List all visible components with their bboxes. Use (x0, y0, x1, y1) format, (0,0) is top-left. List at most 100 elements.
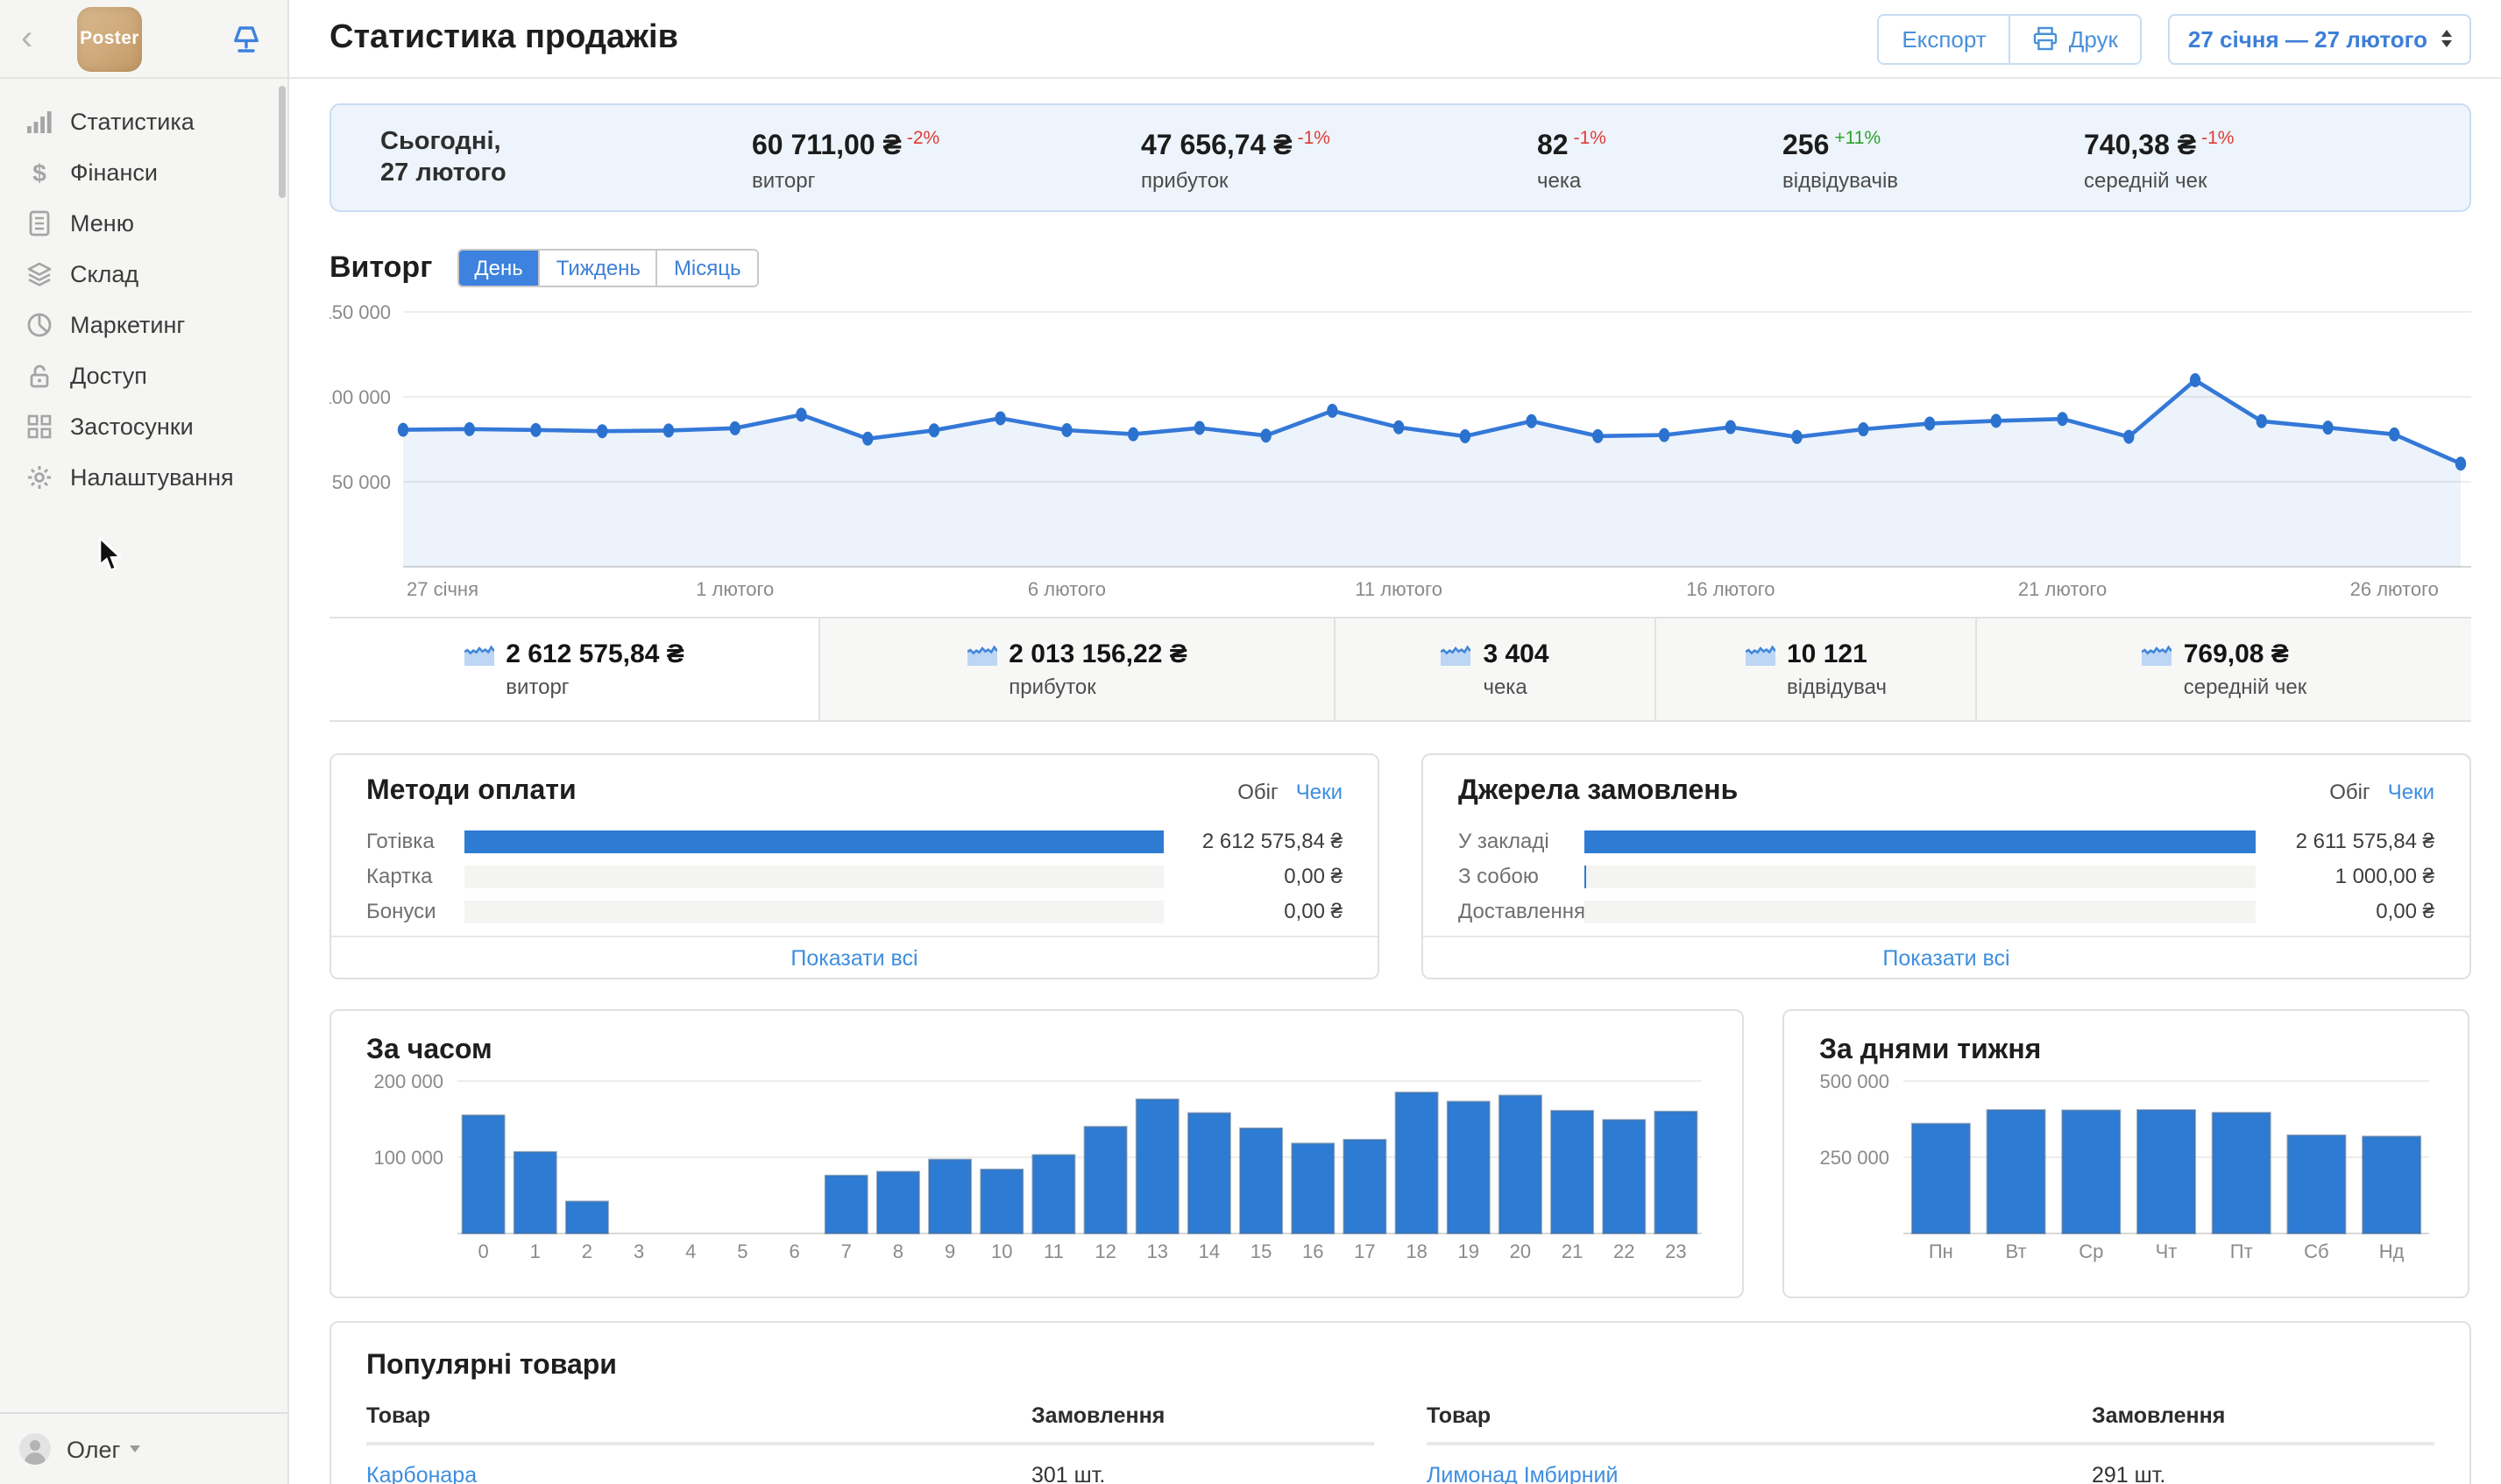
tab-тиждень[interactable]: Тиждень (538, 251, 656, 286)
svg-text:17: 17 (1354, 1240, 1375, 1262)
sidebar-item-фінанси[interactable]: $ Фінанси (0, 147, 287, 198)
total-label: прибуток (1009, 675, 1096, 699)
toggle-turnover[interactable]: Обіг (2329, 780, 2370, 804)
pos-terminal-icon[interactable] (230, 22, 263, 55)
sparkline-icon (1441, 645, 1471, 666)
stat-label: середній чек (2084, 167, 2207, 192)
svg-text:27 січня: 27 січня (407, 578, 478, 600)
settings-gear-icon (25, 463, 53, 491)
order-sources-panel: Джерела замовлень Обіг Чеки У закладі 2 611 … (1421, 753, 2471, 979)
stat-value: 47 656,74 ₴ -1% (1141, 127, 1330, 160)
total-tab-прибуток[interactable]: 2 013 156,22 ₴ прибуток (818, 618, 1334, 720)
bar-value: 0,00 ₴ (2376, 899, 2434, 923)
show-all-link[interactable]: Показати всі (1882, 945, 2009, 970)
sidebar-item-налаштування[interactable]: Налаштування (0, 452, 287, 503)
column-header-orders: Замовлення (1031, 1403, 1165, 1428)
total-tab-виторг[interactable]: 2 612 575,84 ₴ виторг (329, 618, 818, 720)
sidebar-item-склад[interactable]: Склад (0, 249, 287, 300)
sidebar-nav: Статистика $ Фінанси Меню Склад Маркетинг Дост… (0, 79, 287, 503)
bar-fill (464, 830, 1164, 852)
export-button[interactable]: Експорт (1879, 15, 2009, 62)
sidebar-item-застосунки[interactable]: Застосунки (0, 401, 287, 452)
marketing-pie-icon (25, 311, 53, 339)
stat-delta: -2% (906, 127, 940, 148)
sidebar: ‹ Poster Статистика $ Фінанси Меню Склад Марк… (0, 0, 289, 1484)
print-button[interactable]: Друк (2009, 15, 2141, 62)
svg-text:200 000: 200 000 (373, 1071, 443, 1092)
bar-fill (1584, 865, 1587, 887)
sparkline-icon (464, 645, 494, 666)
svg-text:22: 22 (1613, 1240, 1634, 1262)
toggle-receipts[interactable]: Чеки (1296, 780, 1343, 804)
date-range-selector[interactable]: 27 січня — 27 лютого (2168, 13, 2471, 64)
svg-text:26 лютого: 26 лютого (2350, 578, 2439, 600)
bar-label: Готівка (366, 829, 435, 853)
svg-text:Вт: Вт (2006, 1240, 2027, 1262)
sidebar-item-доступ[interactable]: Доступ (0, 350, 287, 401)
by-weekday-panel: За днями тижня 250 000 500 000 Пн Вт Ср Чт Пт С… (1782, 1009, 2469, 1298)
today-stat-відвідувачів: 256 +11% відвідувачів (1782, 124, 2084, 192)
sidebar-item-label: Застосунки (70, 413, 194, 440)
toggle-receipts[interactable]: Чеки (2388, 780, 2434, 804)
menu-document-icon (25, 209, 53, 237)
total-tab-середній-чек[interactable]: 769,08 ₴ середній чек (1975, 618, 2471, 720)
svg-text:$: $ (32, 159, 46, 186)
bar-value: 0,00 ₴ (1284, 899, 1343, 923)
total-tab-відвідувач[interactable]: 10 121 відвідувач (1654, 618, 1975, 720)
svg-text:16 лютого: 16 лютого (1686, 578, 1775, 600)
svg-text:Сб: Сб (2304, 1240, 2329, 1262)
total-label: середній чек (2183, 675, 2307, 699)
svg-text:8: 8 (893, 1240, 903, 1262)
svg-text:12: 12 (1095, 1240, 1116, 1262)
bar-label: Бонуси (366, 899, 436, 923)
stat-value: 740,38 ₴ -1% (2084, 127, 2235, 160)
toggle-turnover[interactable]: Обіг (1237, 780, 1279, 804)
svg-text:Нд: Нд (2379, 1240, 2405, 1262)
content: Сьогодні, 27 лютого 60 711,00 ₴ -2% виторг… (289, 103, 2501, 1484)
stat-label: виторг (752, 167, 816, 192)
user-menu[interactable]: Олег (0, 1412, 287, 1484)
svg-text:14: 14 (1199, 1240, 1220, 1262)
svg-text:4: 4 (685, 1240, 696, 1262)
svg-text:0: 0 (478, 1240, 488, 1262)
sidebar-item-label: Склад (70, 261, 139, 287)
sidebar-item-маркетинг[interactable]: Маркетинг (0, 300, 287, 350)
bar-row-У-закладі: У закладі 2 611 575,84 ₴ (1458, 823, 2434, 859)
product-link[interactable]: Лимонад Імбирний (1427, 1463, 2092, 1484)
total-tab-чека[interactable]: 3 404 чека (1334, 618, 1654, 720)
sidebar-item-статистика[interactable]: Статистика (0, 96, 287, 147)
svg-text:11 лютого: 11 лютого (1355, 578, 1442, 600)
revenue-chart-svg: 50 000 100 000 150 000 27 січня 1 лютого 6 лю… (321, 301, 2471, 600)
svg-text:21 лютого: 21 лютого (2018, 578, 2107, 600)
tab-день[interactable]: День (458, 251, 539, 286)
bar-row-Готівка: Готівка 2 612 575,84 ₴ (366, 823, 1343, 859)
sidebar-item-label: Маркетинг (70, 312, 186, 338)
chevron-down-icon (129, 1445, 140, 1452)
chevron-left-icon[interactable]: ‹ (21, 21, 53, 56)
revenue-title: Виторг (329, 251, 433, 284)
account-logo[interactable]: Poster (77, 6, 142, 71)
sidebar-header: ‹ Poster (0, 0, 287, 79)
svg-text:15: 15 (1250, 1240, 1272, 1262)
by-hour-title: За часом (366, 1035, 492, 1065)
bar-label: У закладі (1458, 829, 1549, 853)
svg-text:1: 1 (530, 1240, 541, 1262)
product-link[interactable]: Карбонара (366, 1463, 1031, 1484)
show-all-link[interactable]: Показати всі (790, 945, 918, 970)
sidebar-item-меню[interactable]: Меню (0, 198, 287, 249)
svg-text:6: 6 (789, 1240, 799, 1262)
user-avatar-icon (19, 1433, 51, 1465)
svg-text:2: 2 (582, 1240, 592, 1262)
svg-text:Чт: Чт (2156, 1240, 2178, 1262)
total-value: 10 121 (1787, 640, 1867, 669)
svg-text:13: 13 (1147, 1240, 1168, 1262)
total-label: відвідувач (1787, 675, 1887, 699)
sidebar-scrollbar[interactable] (279, 86, 286, 198)
tab-місяць[interactable]: Місяць (655, 251, 757, 286)
warehouse-layers-icon (25, 260, 53, 288)
stat-delta: -1% (2201, 127, 2235, 148)
svg-text:Пт: Пт (2230, 1240, 2253, 1262)
popular-products-panel: Популярні товари Товар Замовлення Карбонар… (329, 1321, 2471, 1484)
svg-text:Пн: Пн (1929, 1240, 1953, 1262)
export-print-group: Експорт Друк (1877, 13, 2143, 64)
